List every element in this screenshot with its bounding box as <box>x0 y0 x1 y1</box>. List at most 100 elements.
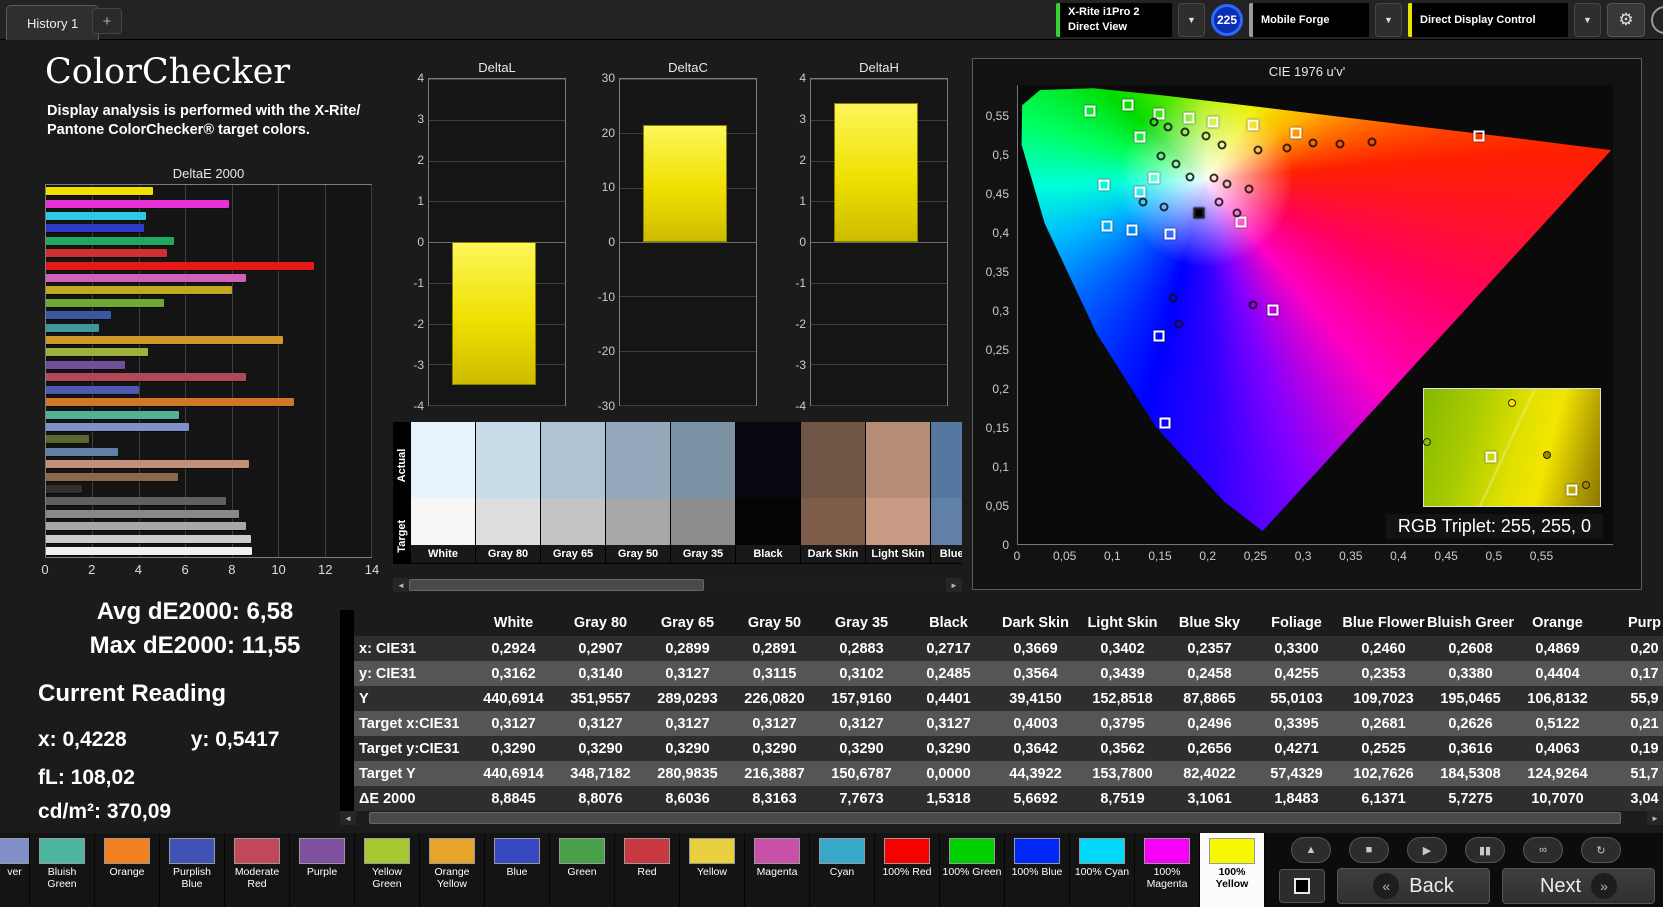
pause-button[interactable]: ▮▮ <box>1465 837 1505 863</box>
deltae-bar <box>46 348 149 357</box>
patch-button-green[interactable]: Green <box>550 833 615 907</box>
cie-y-tick-label: 0,4 <box>992 226 1009 241</box>
patch-button-purplish-blue[interactable]: Purplish Blue <box>160 833 225 907</box>
source-dropdown[interactable]: Mobile Forge <box>1249 3 1369 37</box>
deltae-bar-row <box>46 259 371 271</box>
patch-button-orange[interactable]: Orange <box>95 833 160 907</box>
delta-value-bar <box>834 103 919 242</box>
cie-measurement-circle <box>1244 184 1254 194</box>
next-button-label: Next <box>1539 874 1582 897</box>
cie-target-square <box>1159 417 1171 429</box>
swatch-strip-scrollbar[interactable]: ◄ ► <box>393 578 962 592</box>
display-control-caret-button[interactable]: ▼ <box>1574 3 1601 37</box>
table-cell: 0,3439 <box>1100 665 1145 682</box>
axis-tick-label: 3 <box>417 112 424 126</box>
table-cell: 8,3163 <box>752 790 797 807</box>
patch-button-yellow-green[interactable]: Yellow Green <box>355 833 420 907</box>
meter-count-badge[interactable]: 225 <box>1211 4 1243 36</box>
display-control-dropdown[interactable]: Direct Display Control <box>1408 3 1568 37</box>
add-tab-button[interactable]: + <box>92 8 122 34</box>
table-scrollbar[interactable]: ◄ ► <box>340 811 1663 825</box>
settings-button[interactable]: ⚙ <box>1607 3 1645 37</box>
next-button[interactable]: Next » <box>1502 868 1655 904</box>
play-icon: ▶ <box>1422 844 1432 857</box>
cie-y-tick-label: 0,5 <box>992 148 1009 163</box>
cie-x-axis: 0 0,05 0,1 0,15 0,2 0,25 0,3 0,35 0,4 0,45 0,5 0,55 <box>1013 549 1613 565</box>
axis-tick-label: -30 <box>597 399 615 413</box>
table-scroll-thumb[interactable] <box>368 812 1622 824</box>
clipped-control-icon[interactable] <box>1651 6 1663 34</box>
meter-dropdown[interactable]: X-Rite i1Pro 2 Direct View <box>1056 3 1172 37</box>
patch-button-100-green[interactable]: 100% Green <box>940 833 1005 907</box>
table-cell: 440,6914 <box>483 690 544 707</box>
loop-button[interactable]: ∞ <box>1523 837 1563 863</box>
deltae-bar <box>46 298 165 307</box>
max-de2000-value: Max dE2000: 11,55 <box>89 632 301 659</box>
patch-button-magenta[interactable]: Magenta <box>745 833 810 907</box>
back-button[interactable]: « Back <box>1337 868 1490 904</box>
patch-button-blue[interactable]: Blue <box>485 833 550 907</box>
table-cell: 0,3795 <box>1100 715 1145 732</box>
target-swatch <box>411 498 475 545</box>
gridline <box>620 242 756 243</box>
patch-button-red[interactable]: Red <box>615 833 680 907</box>
deltae-bar-row <box>46 197 371 209</box>
cie-x-tick-label: 0 <box>1013 549 1021 563</box>
patch-button-yellow[interactable]: Yellow <box>680 833 745 907</box>
scroll-right-icon[interactable]: ► <box>1647 811 1663 825</box>
table-cell: 153,7800 <box>1092 765 1153 782</box>
patch-button-orange-yellow[interactable]: Orange Yellow <box>420 833 485 907</box>
swatch-scroll-track[interactable] <box>409 578 946 592</box>
row-label: Target x:CIE31 <box>359 715 460 732</box>
table-cell: 0,3102 <box>839 665 884 682</box>
table-cell: 106,8132 <box>1527 690 1588 707</box>
patch-button-ver[interactable]: ver <box>0 833 30 907</box>
table-cell: 124,9264 <box>1527 765 1588 782</box>
deltae-bar-row <box>46 520 371 532</box>
refresh-button[interactable]: ↻ <box>1581 837 1621 863</box>
frame-button[interactable] <box>1279 869 1325 903</box>
stop-button[interactable]: ■ <box>1349 837 1389 863</box>
cie-x-tick-label: 0,35 <box>1339 549 1363 563</box>
deltae-plot <box>45 184 372 558</box>
up-arrow-button[interactable]: ▲ <box>1291 837 1331 863</box>
table-vertical-scrollbar[interactable] <box>340 610 354 811</box>
patch-button-bluish-green[interactable]: Bluish Green <box>30 833 95 907</box>
patch-button-cyan[interactable]: Cyan <box>810 833 875 907</box>
cie-measurement-circle <box>1335 139 1345 149</box>
cie-measurement-circle <box>1253 145 1263 155</box>
patch-button-moderate-red[interactable]: Moderate Red <box>225 833 290 907</box>
axis-tick-label: 4 <box>799 71 806 85</box>
table-cell: 0,2907 <box>578 640 623 657</box>
patch-button-100-magenta[interactable]: 100% Magenta <box>1135 833 1200 907</box>
axis-tick-label: -4 <box>413 399 424 413</box>
table-row: Target Y 440,6914 348,7182 280,9835 216,3887… <box>354 761 1663 786</box>
table-scroll-track[interactable] <box>356 811 1647 825</box>
patch-button-100-yellow[interactable]: 100% Yellow <box>1200 833 1265 907</box>
meter-caret-button[interactable]: ▼ <box>1178 3 1205 37</box>
scroll-left-icon[interactable]: ◄ <box>393 578 409 592</box>
delta-value-bar <box>643 125 728 242</box>
table-header-cell: Gray 65 <box>660 615 715 631</box>
source-caret-button[interactable]: ▼ <box>1375 3 1402 37</box>
patch-color-chip <box>689 838 735 864</box>
patch-button-100-blue[interactable]: 100% Blue <box>1005 833 1070 907</box>
row-label: Target Y <box>359 765 416 782</box>
page-subtitle: Display analysis is performed with the X… <box>47 103 361 139</box>
deltae-bar <box>46 311 111 320</box>
scroll-right-icon[interactable]: ► <box>946 578 962 592</box>
play-button[interactable]: ▶ <box>1407 837 1447 863</box>
gridline <box>620 350 756 352</box>
tab-history-1[interactable]: History 1 <box>6 5 100 40</box>
table-cell: 0,19 <box>1630 740 1659 757</box>
scroll-left-icon[interactable]: ◄ <box>340 811 356 825</box>
table-cell: 216,3887 <box>744 765 805 782</box>
patch-button-purple[interactable]: Purple <box>290 833 355 907</box>
patch-button-100-cyan[interactable]: 100% Cyan <box>1070 833 1135 907</box>
patch-button-100-red[interactable]: 100% Red <box>875 833 940 907</box>
gridline <box>429 201 565 203</box>
cie-measurement-circle <box>1201 131 1211 141</box>
cie-target-square <box>1290 127 1302 139</box>
table-header-cell: Purp <box>1627 615 1662 631</box>
swatch-scroll-thumb[interactable] <box>409 579 705 591</box>
